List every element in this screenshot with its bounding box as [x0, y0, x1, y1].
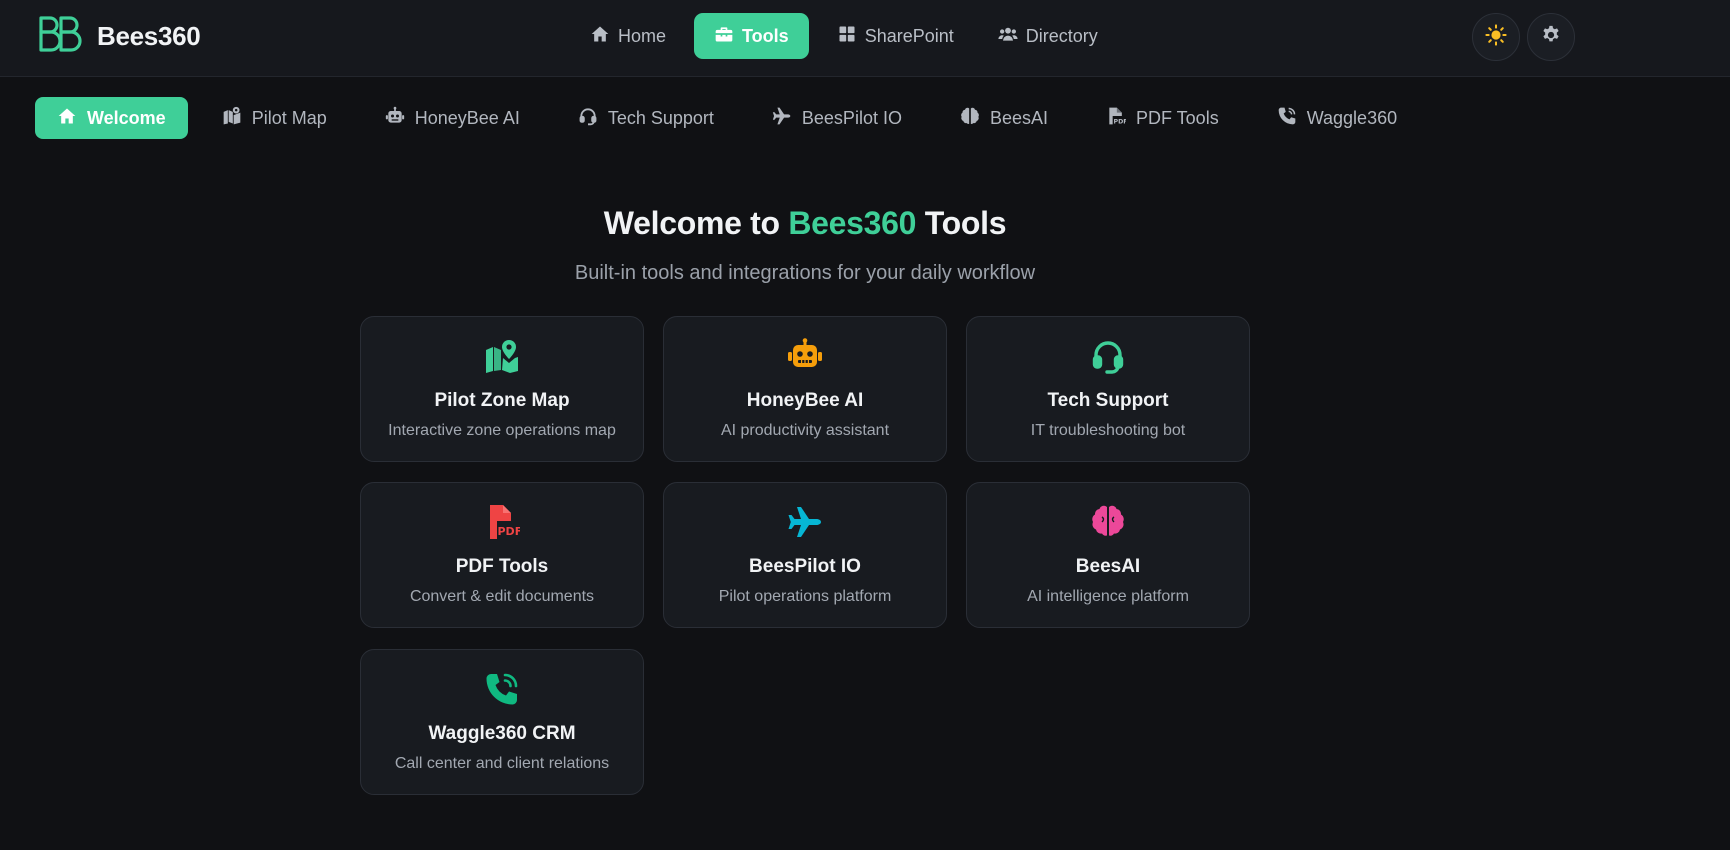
toolbox-icon: [714, 24, 742, 49]
brand-name: Bees360: [97, 20, 201, 51]
svg-text:PDF: PDF: [498, 525, 521, 538]
sun-icon: [1485, 23, 1507, 51]
subtab-beesai[interactable]: BeesAI: [940, 97, 1064, 139]
subtab-waggle360-label: Waggle360: [1306, 107, 1398, 128]
pdf-file-icon: PDF: [361, 504, 643, 540]
subtab-pdf-tools-label: PDF Tools: [1136, 107, 1219, 128]
subtab-tech-support[interactable]: Tech Support: [558, 97, 730, 139]
plane-icon: [772, 106, 802, 131]
card-title: Tech Support: [1047, 390, 1169, 411]
card-title: HoneyBee AI: [746, 390, 864, 411]
home-icon: [590, 24, 618, 49]
headset-icon: [967, 338, 1249, 374]
tool-card-tech-support[interactable]: Tech Support IT troubleshooting bot: [966, 316, 1250, 462]
theme-toggle-button[interactable]: [1472, 13, 1520, 61]
card-title: Waggle360 CRM: [428, 723, 576, 744]
card-description: AI productivity assistant: [720, 422, 890, 439]
nav-tools-label: Tools: [742, 25, 789, 46]
subtab-tech-support-label: Tech Support: [607, 107, 714, 128]
page-title: Welcome to Bees360 Tools: [0, 205, 1610, 242]
main-nav: Home Tools SharePoint Directory: [570, 13, 1118, 59]
users-icon: [998, 24, 1026, 49]
phone-icon: [1277, 106, 1307, 131]
card-description: Pilot operations platform: [718, 588, 892, 605]
card-title: BeesPilot IO: [749, 556, 861, 577]
headset-icon: [578, 106, 608, 131]
brain-icon: [967, 504, 1249, 540]
subtab-beesai-label: BeesAI: [989, 107, 1048, 128]
tool-card-waggle360-crm[interactable]: Waggle360 CRM Call center and client rel…: [360, 649, 644, 795]
subtab-beespilot-io[interactable]: BeesPilot IO: [752, 97, 918, 139]
tool-card-honeybee-ai[interactable]: HoneyBee AI AI productivity assistant: [663, 316, 947, 462]
tool-card-beesai[interactable]: BeesAI AI intelligence platform: [966, 482, 1250, 628]
bees360-logo-icon: [38, 15, 82, 58]
subtab-welcome[interactable]: Welcome: [35, 97, 188, 139]
card-description: Convert & edit documents: [409, 588, 595, 605]
nav-directory[interactable]: Directory: [978, 13, 1118, 59]
tool-card-pilot-zone-map[interactable]: Pilot Zone Map Interactive zone operatio…: [360, 316, 644, 462]
subtab-honeybee-ai[interactable]: HoneyBee AI: [365, 97, 536, 139]
plane-icon: [664, 504, 946, 540]
grid-icon: [837, 24, 865, 49]
nav-home[interactable]: Home: [570, 13, 686, 59]
brand[interactable]: Bees360: [38, 15, 201, 58]
robot-icon: [664, 338, 946, 374]
brain-icon: [960, 106, 990, 131]
subtab-pilot-map-label: Pilot Map: [251, 107, 327, 128]
card-description: Call center and client relations: [394, 755, 610, 772]
robot-icon: [385, 106, 415, 131]
nav-home-label: Home: [618, 25, 667, 46]
phone-volume-icon: [361, 671, 643, 707]
pdf-file-icon: PDF: [1106, 106, 1136, 131]
nav-tools[interactable]: Tools: [694, 13, 809, 59]
tool-card-beespilot-io[interactable]: BeesPilot IO Pilot operations platform: [663, 482, 947, 628]
card-title: Pilot Zone Map: [434, 390, 570, 411]
svg-text:PDF: PDF: [1114, 118, 1127, 125]
page-subtitle: Built-in tools and integrations for your…: [574, 262, 1036, 284]
page-title-accent: Bees360: [788, 205, 917, 241]
page-title-prefix: Welcome to: [603, 205, 789, 241]
card-description: IT troubleshooting bot: [1030, 422, 1186, 439]
subtab-waggle360[interactable]: Waggle360: [1257, 97, 1413, 139]
card-description: AI intelligence platform: [1027, 588, 1189, 605]
card-description: Interactive zone operations map: [388, 422, 616, 439]
nav-sharepoint[interactable]: SharePoint: [817, 13, 974, 59]
home-icon: [57, 106, 87, 131]
tools-subnav: Welcome Pilot Map HoneyBee AI Tech Suppo…: [35, 97, 1435, 139]
card-title: PDF Tools: [455, 556, 549, 577]
map-pin-icon: [361, 338, 643, 374]
subtab-pilot-map[interactable]: Pilot Map: [202, 97, 343, 139]
nav-sharepoint-label: SharePoint: [864, 25, 954, 46]
tool-card-pdf-tools[interactable]: PDF PDF Tools Convert & edit documents: [360, 482, 644, 628]
page-title-suffix: Tools: [916, 205, 1007, 241]
subtab-honeybee-ai-label: HoneyBee AI: [414, 107, 520, 128]
subtab-welcome-label: Welcome: [87, 107, 166, 128]
top-bar: Bees360 Home Tools SharePoint Directory: [0, 0, 1730, 77]
subtab-pdf-tools[interactable]: PDF PDF Tools: [1086, 97, 1235, 139]
nav-directory-label: Directory: [1025, 25, 1098, 46]
subtab-beespilot-io-label: BeesPilot IO: [801, 107, 902, 128]
gear-icon: [1540, 24, 1562, 51]
map-icon: [222, 106, 252, 131]
settings-button[interactable]: [1527, 13, 1575, 61]
card-title: BeesAI: [1075, 556, 1141, 577]
